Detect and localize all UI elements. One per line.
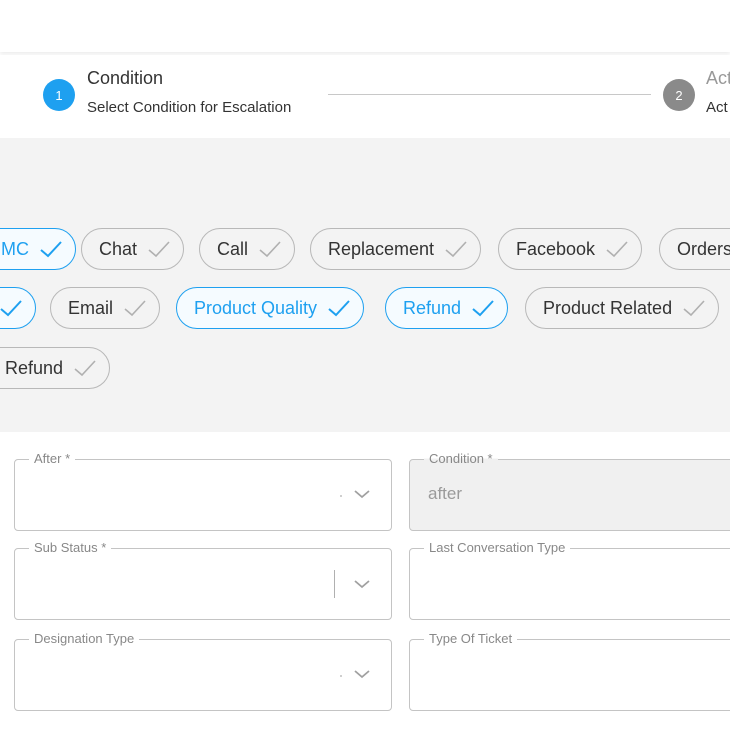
chip-chat[interactable]: Chat xyxy=(81,228,185,270)
step-2-number[interactable]: 2 xyxy=(663,79,695,111)
last-conversation-type-label: Last Conversation Type xyxy=(424,540,571,555)
chip-label: Orders xyxy=(677,238,730,259)
designation-type-select[interactable]: Designation Type xyxy=(14,631,392,711)
after-label: After * xyxy=(29,451,76,466)
chip-product-related[interactable]: Product Related xyxy=(525,287,720,329)
check-icon xyxy=(123,298,147,318)
check-icon xyxy=(682,298,706,318)
chip-label: Call xyxy=(217,238,249,259)
chip-label: Email xyxy=(68,297,114,318)
check-icon xyxy=(0,298,23,318)
step-1-number[interactable]: 1 xyxy=(43,79,75,111)
check-icon xyxy=(471,298,495,318)
chip-call[interactable]: Call xyxy=(199,228,296,270)
check-icon xyxy=(605,239,629,259)
after-select[interactable]: After * xyxy=(14,451,392,531)
chip-replacement[interactable]: Replacement xyxy=(310,228,482,270)
chevron-down-icon[interactable] xyxy=(353,668,371,680)
chip-label: Product Quality xyxy=(194,297,318,318)
step-connector xyxy=(328,94,651,95)
chip-refund[interactable]: Refund xyxy=(385,287,509,329)
select-separator xyxy=(340,495,342,497)
sub-status-label: Sub Status * xyxy=(29,540,112,555)
check-icon xyxy=(258,239,282,259)
condition-label: Condition * xyxy=(424,451,498,466)
check-icon xyxy=(147,239,171,259)
chip-facebook[interactable]: Facebook xyxy=(498,228,643,270)
check-icon xyxy=(327,298,351,318)
chip-label: Product Related xyxy=(543,297,673,318)
type-of-ticket-field[interactable]: Type Of Ticket xyxy=(409,631,730,711)
check-icon xyxy=(444,239,468,259)
chip-orders[interactable]: Orders xyxy=(659,228,730,270)
condition-value: after xyxy=(428,484,463,503)
chip-label: MC xyxy=(1,238,29,259)
chip-label: Replacement xyxy=(328,238,435,259)
chip-label: Chat xyxy=(99,238,138,259)
sub-status-select[interactable]: Sub Status * xyxy=(14,540,392,620)
chevron-down-icon[interactable] xyxy=(353,578,371,590)
chip-refund-2[interactable]: Refund xyxy=(0,347,111,389)
chevron-down-icon[interactable] xyxy=(353,488,371,500)
select-separator xyxy=(334,570,335,598)
designation-type-label: Designation Type xyxy=(29,631,140,646)
chip-label: Refund xyxy=(5,357,64,378)
escalation-tags-area xyxy=(0,138,730,432)
chip-label: Refund xyxy=(403,297,462,318)
chip-email[interactable]: Email xyxy=(50,287,161,329)
select-separator xyxy=(340,675,342,677)
step-2-subtitle: Act xyxy=(706,99,728,116)
condition-field[interactable]: Condition * after xyxy=(409,451,730,531)
step-1-title: Condition xyxy=(87,68,164,88)
chip-mc[interactable]: MC xyxy=(0,228,76,270)
chip-label: Facebook xyxy=(516,238,596,259)
check-icon xyxy=(73,358,97,378)
last-conversation-type-field[interactable]: Last Conversation Type xyxy=(409,540,730,620)
check-icon xyxy=(39,239,63,259)
type-of-ticket-label: Type Of Ticket xyxy=(424,631,518,646)
top-bar xyxy=(0,0,730,52)
chip-product-quality[interactable]: Product Quality xyxy=(176,287,365,329)
step-2-title: Act xyxy=(706,68,730,88)
step-1-subtitle: Select Condition for Escalation xyxy=(87,99,292,116)
